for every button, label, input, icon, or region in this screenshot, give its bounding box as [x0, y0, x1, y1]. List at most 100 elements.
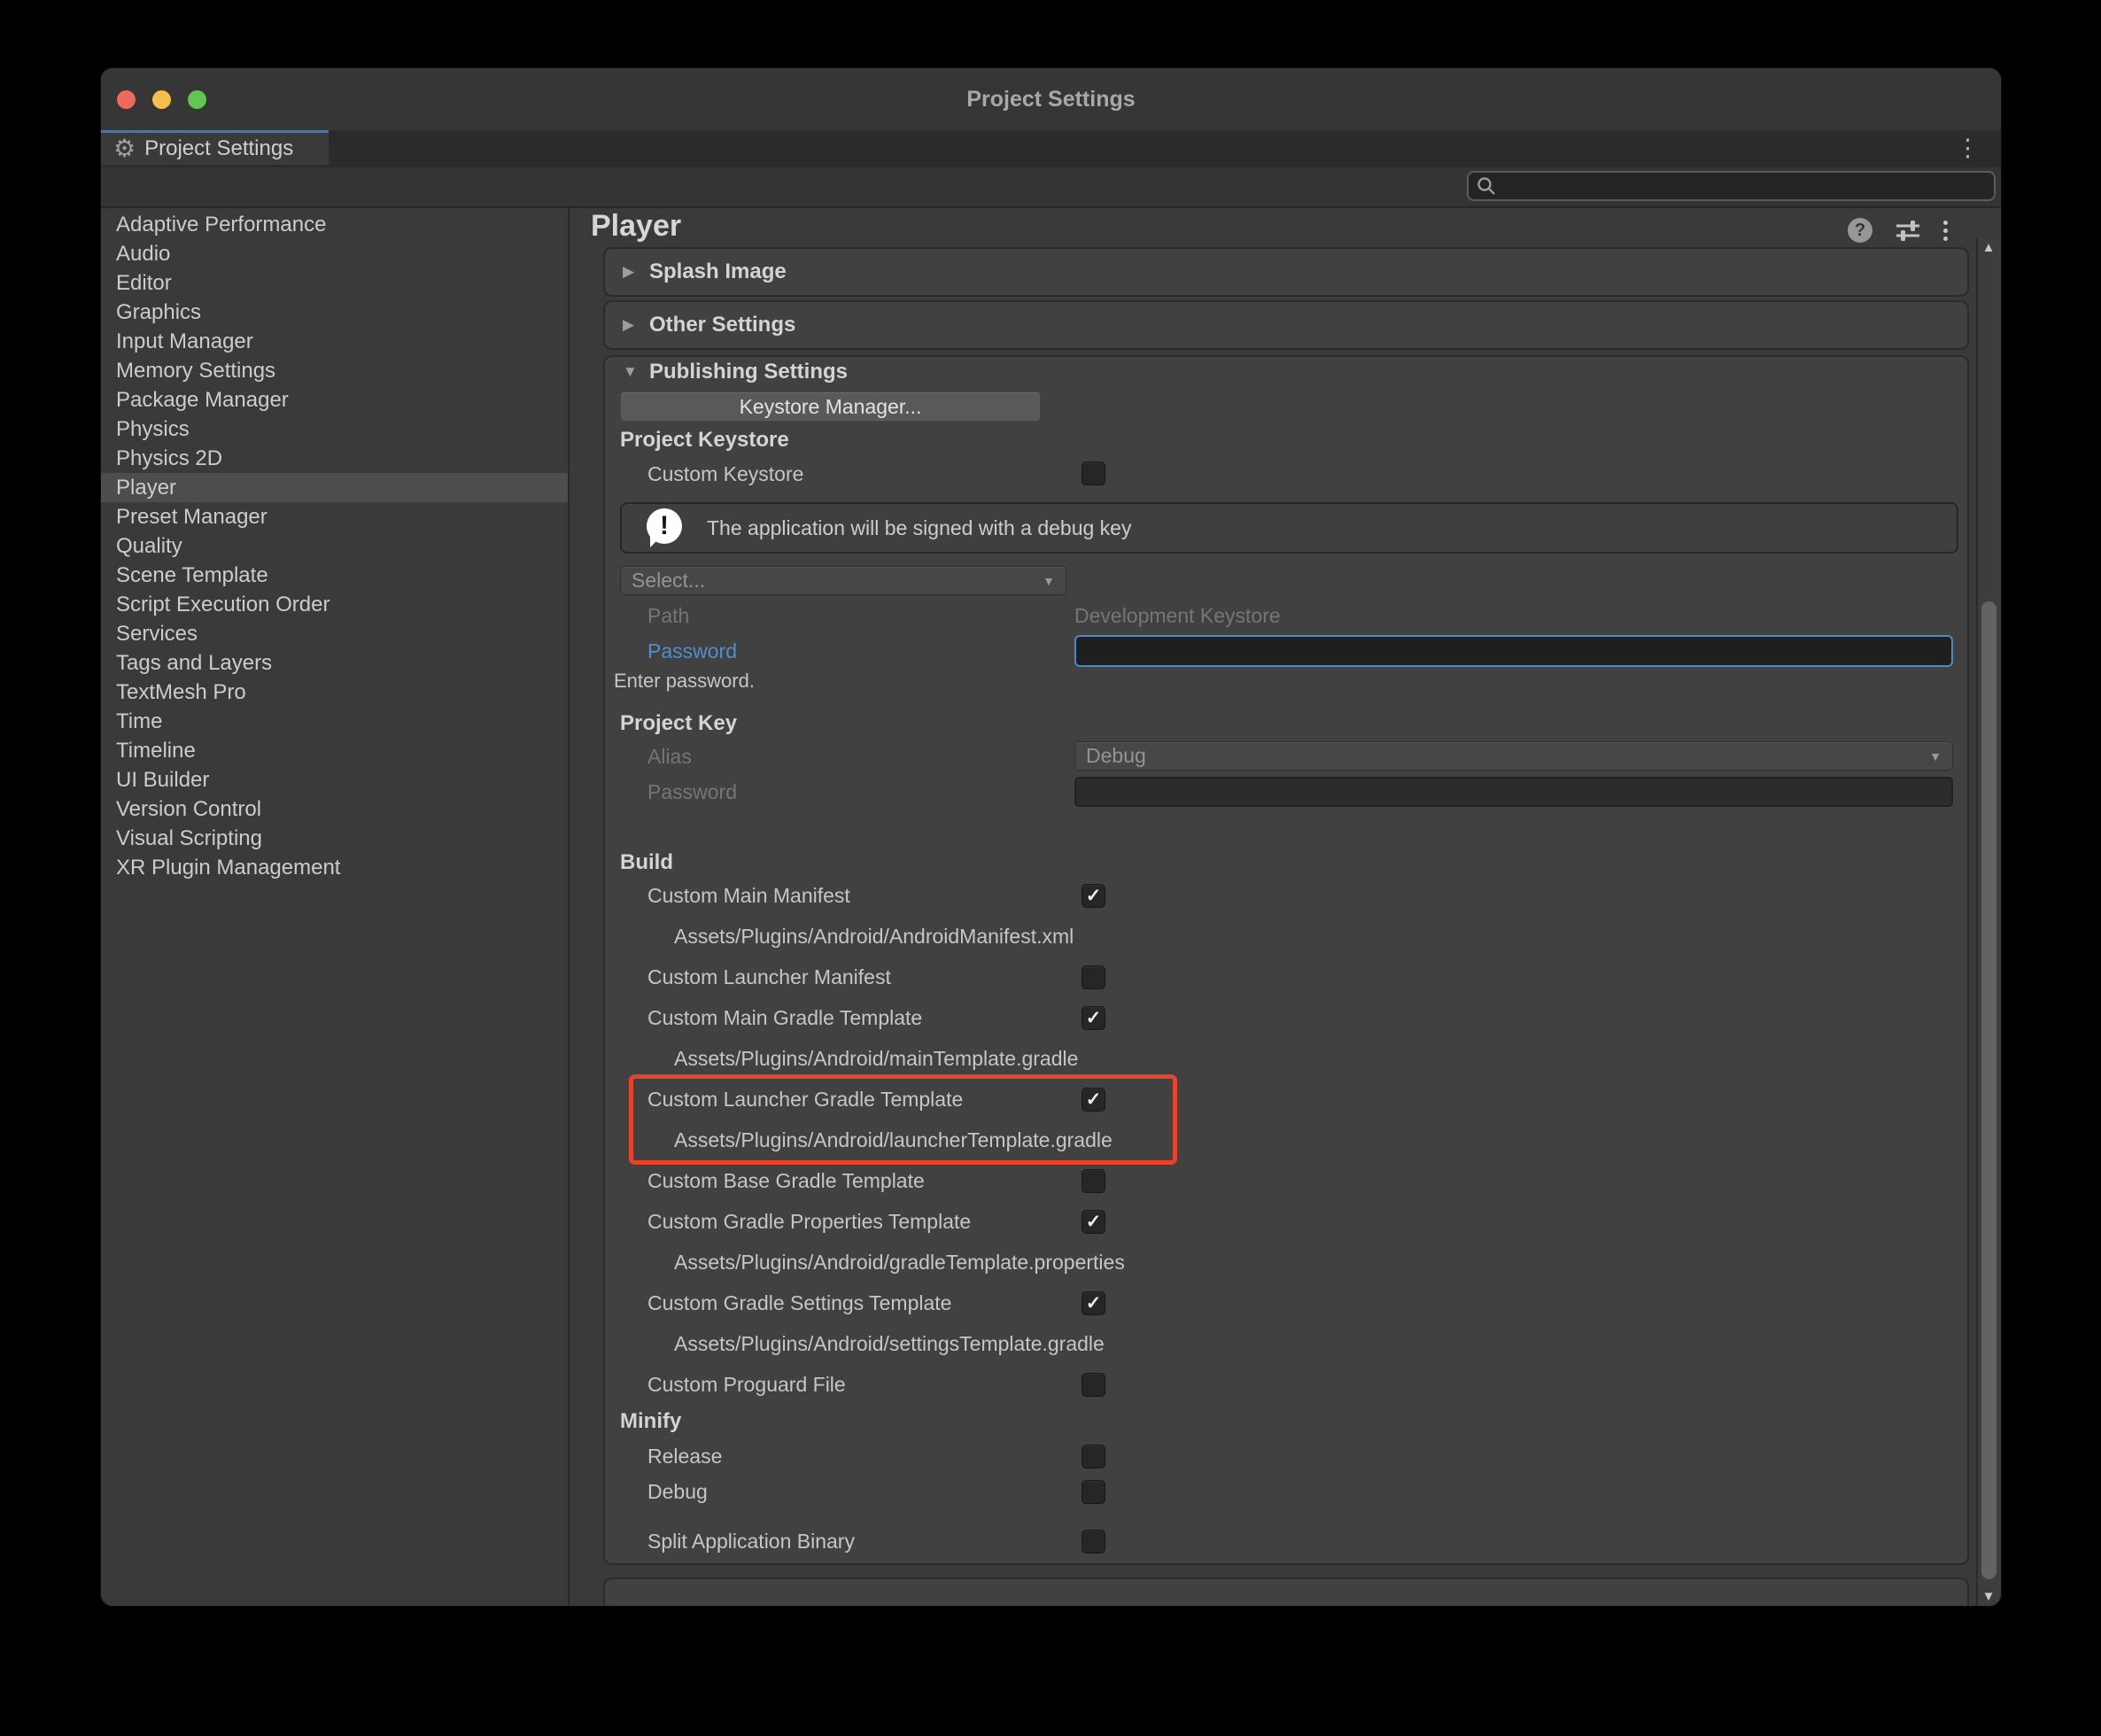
split-binary-row-wrap: Split Application Binary	[633, 1523, 1971, 1559]
alias-dropdown[interactable]: Debug ▼	[1074, 741, 1953, 771]
tab-menu-kebab-icon[interactable]: ⋮	[1956, 130, 1980, 167]
checkbox[interactable]	[1082, 1169, 1105, 1193]
checkbox[interactable]	[1082, 1373, 1105, 1397]
scroll-up-arrow-icon[interactable]: ▲	[1978, 240, 1999, 255]
checkbox-row: Debug	[633, 1474, 1971, 1509]
checkbox-row: Custom Base Gradle Template	[633, 1160, 1971, 1201]
chevron-down-icon: ▼	[1929, 749, 1942, 763]
keystore-select-dropdown[interactable]: Select... ▼	[620, 566, 1066, 595]
search-input[interactable]	[1467, 171, 1996, 201]
section-next-clipped	[603, 1577, 1969, 1606]
window-title: Project Settings	[101, 68, 2001, 130]
checkbox-row: Custom Proguard File	[633, 1364, 1971, 1405]
build-template-list: Custom Main Manifest ✓ Assets/Plugins/An…	[633, 875, 1971, 1405]
chevron-right-icon: ▶	[623, 316, 639, 334]
sidebar-item[interactable]: Visual Scripting	[101, 824, 568, 853]
custom-keystore-checkbox[interactable]	[1082, 461, 1105, 485]
sidebar-item[interactable]: Package Manager	[101, 385, 568, 415]
sidebar-item[interactable]: UI Builder	[101, 765, 568, 794]
sidebar-item[interactable]: Audio	[101, 239, 568, 268]
template-path-row: Assets/Plugins/Android/gradleTemplate.pr…	[633, 1242, 1971, 1283]
info-text: The application will be signed with a de…	[707, 516, 1131, 540]
sidebar-item[interactable]: Adaptive Performance	[101, 210, 568, 239]
sidebar-item[interactable]: Timeline	[101, 736, 568, 765]
search-row	[101, 167, 2001, 208]
keystore-password-label[interactable]: Password	[647, 639, 737, 663]
warning-icon: !	[647, 508, 686, 547]
checkbox[interactable]	[1082, 1530, 1105, 1554]
sidebar-item[interactable]: XR Plugin Management	[101, 853, 568, 882]
chevron-down-icon: ▼	[623, 363, 639, 381]
project-key-label: Project Key	[620, 711, 737, 736]
publishing-settings-foldout[interactable]: ▼ Publishing Settings	[605, 357, 1967, 385]
vertical-scrollbar[interactable]: ▲ ▼	[1976, 238, 2001, 1606]
sidebar-item[interactable]: TextMesh Pro	[101, 678, 568, 707]
checkbox[interactable]	[1082, 1445, 1105, 1469]
sidebar-item[interactable]: Editor	[101, 268, 568, 298]
sidebar-item[interactable]: Input Manager	[101, 327, 568, 356]
sidebar-item[interactable]: Script Execution Order	[101, 590, 568, 619]
path-label: Path	[647, 603, 689, 628]
minimize-window-button[interactable]	[152, 90, 171, 109]
sidebar-item[interactable]: Physics 2D	[101, 444, 568, 473]
chevron-right-icon: ▶	[623, 263, 639, 281]
checkbox[interactable]: ✓	[1082, 1088, 1105, 1112]
alias-label: Alias	[647, 744, 692, 769]
desktop-background: Project Settings ⚙ Project Settings ⋮ Ad…	[0, 0, 2101, 1736]
highlight-red-box: Custom Launcher Gradle Template ✓ Assets…	[629, 1074, 1177, 1165]
checkbox[interactable]	[1082, 965, 1105, 989]
debug-key-info-box: ! The application will be signed with a …	[620, 502, 1958, 554]
close-window-button[interactable]	[117, 90, 136, 109]
tab-label: Project Settings	[144, 136, 293, 161]
sidebar-item[interactable]: Physics	[101, 415, 568, 444]
checkbox-row: Custom Gradle Settings Template ✓	[633, 1283, 1971, 1323]
sidebar-item[interactable]: Quality	[101, 531, 568, 561]
path-value: Development Keystore	[1074, 603, 1281, 628]
checkbox[interactable]	[1082, 1480, 1105, 1504]
zoom-window-button[interactable]	[188, 90, 206, 109]
sidebar-item[interactable]: Time	[101, 707, 568, 736]
tab-project-settings[interactable]: ⚙ Project Settings	[101, 130, 329, 165]
sidebar-item[interactable]: Player	[101, 473, 568, 502]
section-splash-image: ▶ Splash Image	[603, 247, 1969, 297]
window-titlebar[interactable]: Project Settings	[101, 68, 2001, 130]
sidebar-item[interactable]: Services	[101, 619, 568, 648]
checkbox[interactable]: ✓	[1082, 1291, 1105, 1315]
keystore-manager-button[interactable]: Keystore Manager...	[620, 391, 1041, 422]
sidebar-item[interactable]: Version Control	[101, 794, 568, 824]
other-settings-foldout[interactable]: ▶ Other Settings	[605, 302, 1967, 348]
traffic-lights	[117, 68, 206, 130]
checkbox[interactable]: ✓	[1082, 1210, 1105, 1234]
minify-label: Minify	[620, 1409, 681, 1434]
sidebar-item[interactable]: Graphics	[101, 298, 568, 327]
scroll-down-arrow-icon[interactable]: ▼	[1978, 1589, 1999, 1604]
chevron-down-icon: ▼	[1043, 574, 1055, 588]
splash-image-foldout[interactable]: ▶ Splash Image	[605, 249, 1967, 295]
search-icon	[1476, 175, 1497, 197]
key-password-input[interactable]	[1074, 777, 1953, 807]
sidebar-item[interactable]: Scene Template	[101, 561, 568, 590]
checkbox[interactable]: ✓	[1082, 884, 1105, 908]
keystore-password-input[interactable]	[1074, 635, 1953, 667]
sidebar-item[interactable]: Memory Settings	[101, 356, 568, 385]
key-password-label: Password	[647, 779, 737, 804]
minify-rows: Release Debug	[633, 1438, 1971, 1509]
section-other-settings: ▶ Other Settings	[603, 300, 1969, 350]
checkbox-row: Custom Launcher Gradle Template ✓	[633, 1079, 1173, 1120]
section-publishing-settings: ▼ Publishing Settings Keystore Manager..…	[603, 355, 1969, 1565]
checkbox-row: Custom Main Gradle Template ✓	[633, 997, 1971, 1038]
settings-scroll-area: ▶ Splash Image ▶ Other Settings ▼	[570, 238, 1978, 1606]
enter-password-hint: Enter password.	[614, 669, 755, 694]
checkbox-row: Custom Main Manifest ✓	[633, 875, 1971, 916]
sidebar-item[interactable]: Preset Manager	[101, 502, 568, 531]
settings-category-list: Adaptive Performance Audio Editor Graphi…	[101, 208, 570, 1606]
player-settings-panel: Player ? ▶ Splash Image	[570, 208, 2001, 1606]
template-path-row: Assets/Plugins/Android/mainTemplate.grad…	[633, 1038, 1971, 1079]
checkbox[interactable]: ✓	[1082, 1006, 1105, 1030]
sidebar-item[interactable]: Tags and Layers	[101, 648, 568, 678]
build-label: Build	[620, 850, 673, 875]
custom-keystore-label: Custom Keystore	[647, 461, 803, 486]
project-settings-window: Project Settings ⚙ Project Settings ⋮ Ad…	[100, 67, 2002, 1607]
scrollbar-thumb[interactable]	[1981, 601, 1996, 1579]
tab-bar: ⚙ Project Settings ⋮	[101, 130, 2001, 167]
